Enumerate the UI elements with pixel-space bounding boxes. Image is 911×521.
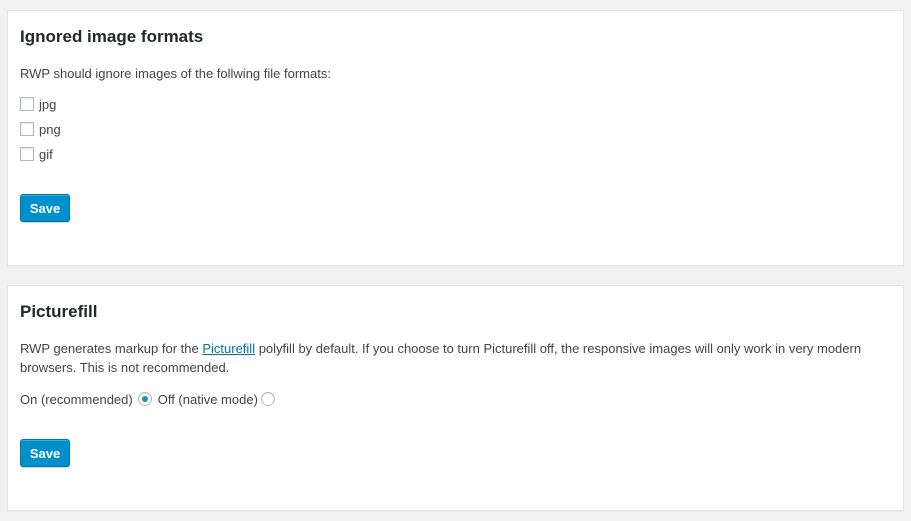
jpg-checkbox[interactable] [20, 97, 34, 111]
ignored-formats-title: Ignored image formats [20, 27, 204, 46]
gif-label: gif [39, 146, 53, 162]
picturefill-panel: Picturefill RWP generates markup for the… [7, 285, 904, 511]
jpg-label: jpg [39, 96, 57, 112]
ignored-formats-description: RWP should ignore images of the follwing… [20, 66, 331, 81]
picturefill-description: RWP generates markup for the Picturefill… [20, 339, 890, 377]
save-picturefill-button[interactable]: Save [20, 439, 70, 467]
picturefill-title: Picturefill [20, 302, 98, 321]
picturefill-options: On (recommended) Off (native mode) [20, 390, 281, 408]
option-on-label[interactable]: On (recommended) [20, 392, 133, 407]
description-text-before: RWP generates markup for the [20, 341, 203, 356]
option-off-radio[interactable] [260, 392, 275, 406]
gif-checkbox[interactable] [20, 147, 34, 161]
picturefill-link[interactable]: Picturefill [202, 341, 255, 356]
png-checkbox[interactable] [20, 122, 34, 136]
option-on-radio[interactable] [137, 392, 152, 406]
png-label: png [39, 121, 61, 137]
ignored-formats-panel: Ignored image formats RWP should ignore … [7, 10, 904, 266]
option-off-label[interactable]: Off (native mode) [158, 392, 258, 407]
format-row-gif[interactable]: gif [20, 145, 53, 163]
format-row-jpg[interactable]: jpg [20, 95, 56, 113]
format-row-png[interactable]: png [20, 120, 61, 138]
save-ignored-formats-button[interactable]: Save [20, 194, 70, 222]
